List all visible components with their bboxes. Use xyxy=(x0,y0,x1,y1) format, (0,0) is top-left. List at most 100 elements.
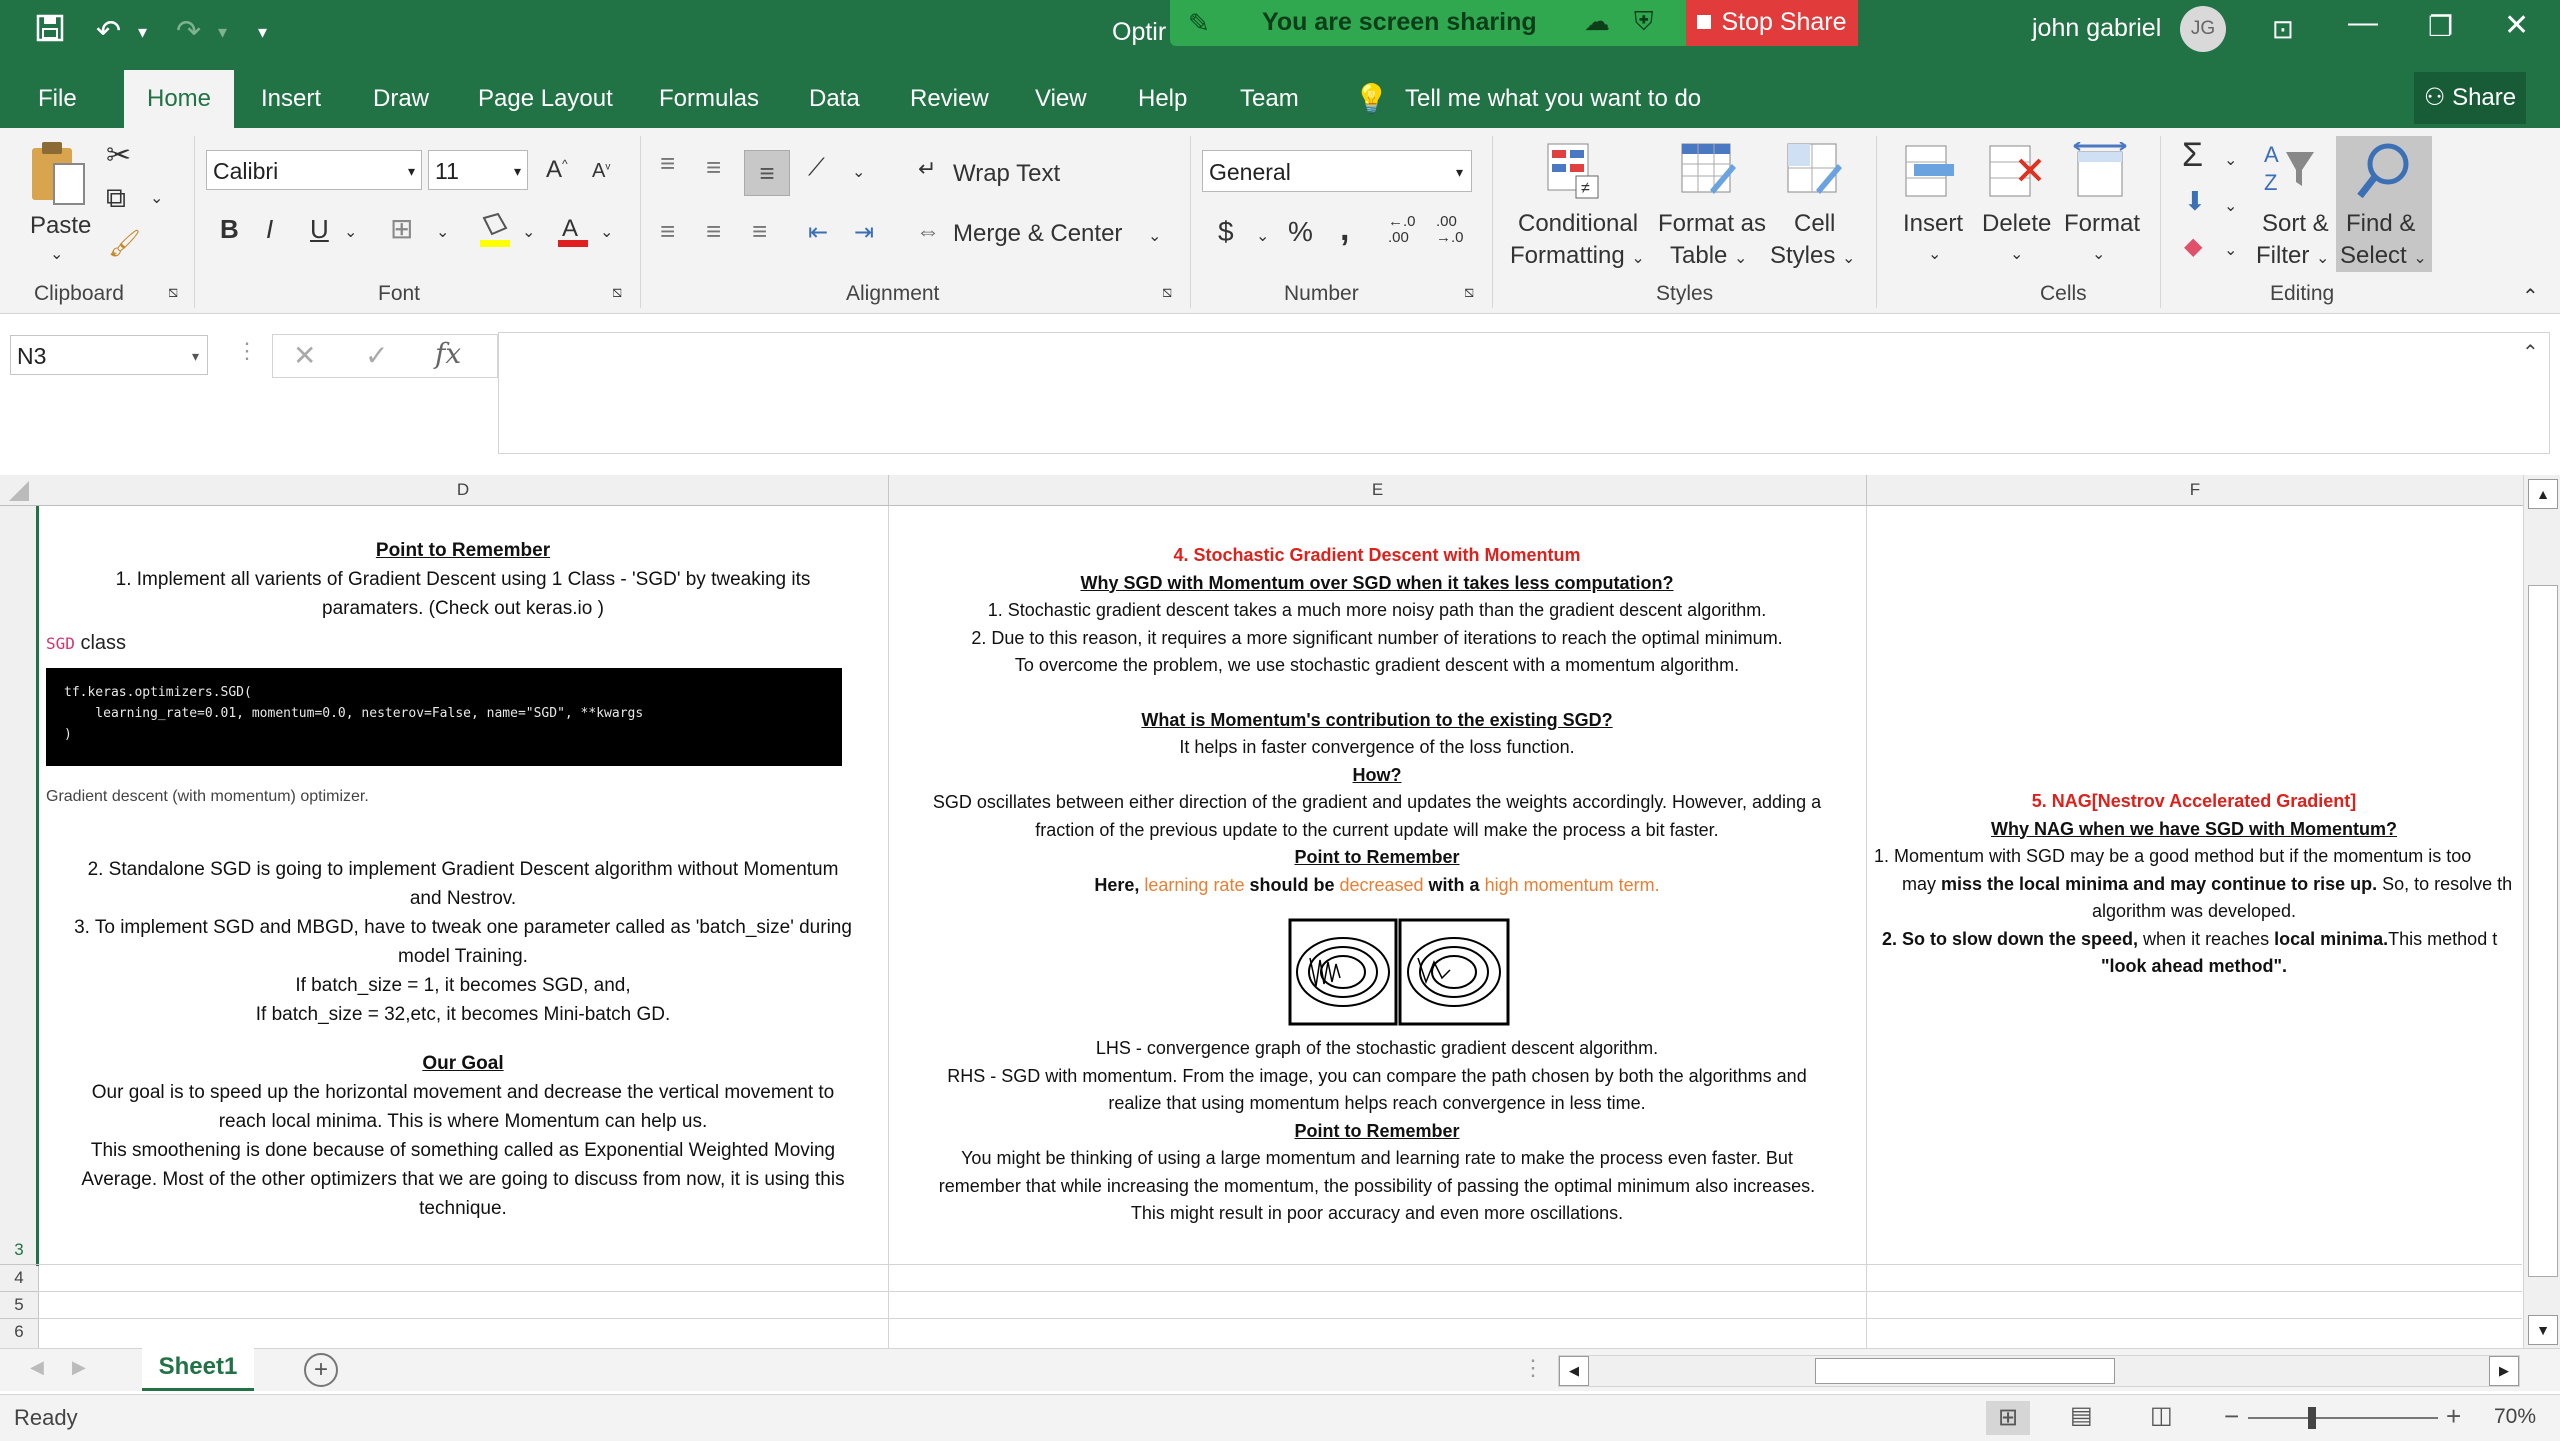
wrap-text-button[interactable]: Wrap Text xyxy=(953,160,1060,188)
cell-f3[interactable]: 5. NAG[Nestrov Accelerated Gradient] Why… xyxy=(1868,788,2520,981)
scroll-down-icon[interactable]: ▼ xyxy=(2528,1315,2558,1345)
select-all-corner[interactable] xyxy=(0,475,38,506)
number-launcher-icon[interactable]: ⧅ xyxy=(1464,284,1474,302)
scroll-tabs-right-icon[interactable]: ▶ xyxy=(72,1357,86,1378)
formula-input[interactable] xyxy=(498,332,2550,454)
sort-filter-label-2[interactable]: Filter ⌄ xyxy=(2256,242,2329,270)
fill-dropdown-icon[interactable]: ⌄ xyxy=(2224,196,2237,216)
confirm-entry-icon[interactable]: ✓ xyxy=(365,339,388,372)
scroll-up-icon[interactable]: ▲ xyxy=(2528,479,2558,509)
save-icon[interactable] xyxy=(36,14,64,50)
scroll-tabs-left-icon[interactable]: ◀ xyxy=(30,1357,44,1378)
paste-dropdown-icon[interactable]: ⌄ xyxy=(50,244,63,264)
insert-function-button[interactable]: fx xyxy=(435,337,461,370)
cancel-entry-icon[interactable]: ✕ xyxy=(293,339,316,372)
number-format-select[interactable]: General ▾ xyxy=(1202,150,1472,192)
column-header-e[interactable]: E xyxy=(889,475,1867,506)
underline-button[interactable]: U xyxy=(310,214,329,245)
zoom-out-icon[interactable]: − xyxy=(2224,1401,2239,1432)
font-color-icon[interactable]: A xyxy=(556,212,590,248)
conditional-formatting-button[interactable]: Conditional xyxy=(1518,210,1638,238)
undo-dropdown-icon[interactable]: ▾ xyxy=(138,22,147,43)
scroll-left-icon[interactable]: ◀ xyxy=(1559,1356,1589,1386)
tab-insert[interactable]: Insert xyxy=(261,70,321,128)
avatar[interactable]: JG xyxy=(2180,6,2226,52)
align-left-icon[interactable]: ≡ xyxy=(660,216,675,247)
normal-view-icon[interactable]: ⊞ xyxy=(1986,1401,2030,1435)
vertical-scroll-thumb[interactable] xyxy=(2528,585,2558,1277)
undo-icon[interactable]: ↶ xyxy=(96,14,121,49)
cell-e3[interactable]: 4. Stochastic Gradient Descent with Mome… xyxy=(890,542,1864,899)
share-button[interactable]: ⚇ Share xyxy=(2414,72,2526,124)
zoom-in-icon[interactable]: + xyxy=(2446,1401,2461,1432)
alignment-launcher-icon[interactable]: ⧅ xyxy=(1162,284,1172,302)
orientation-icon[interactable]: ⟋ xyxy=(808,154,825,182)
align-center-icon[interactable]: ≡ xyxy=(706,216,721,247)
tab-review[interactable]: Review xyxy=(910,70,989,128)
tab-view[interactable]: View xyxy=(1035,70,1087,128)
font-size-select[interactable]: 11 ▾ xyxy=(428,150,528,190)
fill-color-icon[interactable] xyxy=(478,212,512,248)
minimize-icon[interactable]: — xyxy=(2348,6,2378,40)
autosum-icon[interactable]: Σ xyxy=(2182,136,2203,175)
zoom-slider-thumb[interactable] xyxy=(2308,1407,2316,1429)
format-dropdown-icon[interactable]: ⌄ xyxy=(2092,244,2105,264)
merge-center-button[interactable]: Merge & Center xyxy=(953,220,1122,248)
percent-button[interactable]: % xyxy=(1288,216,1313,248)
paste-icon[interactable] xyxy=(28,140,88,208)
tab-split-grip-icon[interactable]: ⋮ xyxy=(1522,1355,1544,1381)
row-header-3[interactable]: 3 xyxy=(0,1240,38,1260)
sort-filter-button[interactable]: Sort & xyxy=(2262,210,2329,238)
copy-dropdown-icon[interactable]: ⌄ xyxy=(150,188,163,208)
format-as-table-label-2[interactable]: Table ⌄ xyxy=(1670,242,1747,270)
column-header-f[interactable]: F xyxy=(1867,475,2523,506)
tell-me-search[interactable]: Tell me what you want to do xyxy=(1405,70,1701,128)
cell-d3[interactable]: Point to Remember 1. Implement all varie… xyxy=(40,536,886,623)
sort-filter-icon[interactable]: AZ xyxy=(2262,140,2318,202)
scroll-right-icon[interactable]: ▶ xyxy=(2489,1356,2519,1386)
paste-button[interactable]: Paste xyxy=(30,212,91,240)
tab-home[interactable]: Home xyxy=(124,70,234,128)
close-icon[interactable]: ✕ xyxy=(2504,8,2529,43)
delete-dropdown-icon[interactable]: ⌄ xyxy=(2010,244,2023,264)
format-cells-icon[interactable] xyxy=(2070,141,2130,202)
autosum-dropdown-icon[interactable]: ⌄ xyxy=(2224,150,2237,170)
copy-icon[interactable]: ⧉ xyxy=(106,182,126,215)
font-name-select[interactable]: Calibri ▾ xyxy=(206,150,422,190)
insert-cells-icon[interactable] xyxy=(1902,142,1962,202)
restore-icon[interactable]: ❐ xyxy=(2428,10,2453,43)
fill-dropdown-icon[interactable]: ⌄ xyxy=(522,222,535,242)
format-as-table-button[interactable]: Format as xyxy=(1658,210,1766,238)
page-break-view-icon[interactable]: ◫ xyxy=(2150,1401,2173,1430)
row-header-6[interactable]: 6 xyxy=(0,1322,38,1342)
delete-cells-button[interactable]: Delete xyxy=(1982,210,2051,238)
underline-dropdown-icon[interactable]: ⌄ xyxy=(344,222,357,242)
tab-team[interactable]: Team xyxy=(1240,70,1299,128)
format-as-table-icon[interactable] xyxy=(1680,142,1738,200)
currency-button[interactable]: $ xyxy=(1218,216,1234,248)
format-cells-button[interactable]: Format xyxy=(2064,210,2140,238)
orientation-dropdown-icon[interactable]: ⌄ xyxy=(852,162,865,182)
fill-down-icon[interactable]: ⬇ xyxy=(2184,186,2206,217)
align-right-icon[interactable]: ≡ xyxy=(752,216,767,247)
comma-button[interactable]: , xyxy=(1340,210,1349,249)
sheet-tab-sheet1[interactable]: Sheet1 xyxy=(142,1348,254,1391)
borders-icon[interactable]: ⊞ xyxy=(390,212,413,245)
zoom-level[interactable]: 70% xyxy=(2494,1405,2536,1429)
align-top-icon[interactable]: ≡ xyxy=(660,148,675,179)
page-layout-view-icon[interactable]: ▤ xyxy=(2070,1401,2093,1430)
tab-file[interactable]: File xyxy=(38,70,77,128)
horizontal-scrollbar[interactable]: ◀ ▶ xyxy=(1558,1355,2520,1387)
stop-share-button[interactable]: Stop Share xyxy=(1686,0,1858,46)
vertical-scrollbar[interactable]: ▲ ▼ xyxy=(2523,475,2560,1348)
cell-styles-button[interactable]: Cell xyxy=(1794,210,1835,238)
bold-button[interactable]: B xyxy=(220,214,239,245)
borders-dropdown-icon[interactable]: ⌄ xyxy=(436,222,449,242)
clear-dropdown-icon[interactable]: ⌄ xyxy=(2224,240,2237,260)
cell-styles-label-2[interactable]: Styles ⌄ xyxy=(1770,242,1855,270)
zoom-slider-track[interactable] xyxy=(2248,1417,2438,1419)
tab-draw[interactable]: Draw xyxy=(373,70,429,128)
delete-cells-icon[interactable] xyxy=(1986,142,2046,202)
tab-page-layout[interactable]: Page Layout xyxy=(478,70,613,128)
merge-icon[interactable]: ⇔ xyxy=(916,218,940,246)
